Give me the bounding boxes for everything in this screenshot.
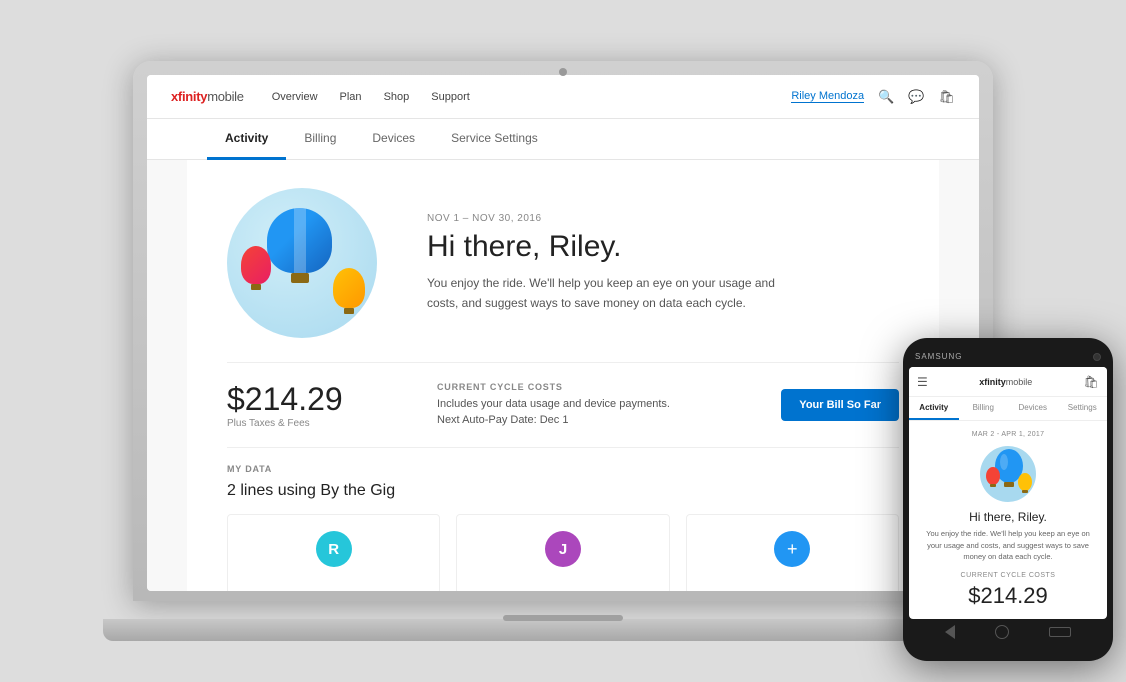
billing-line1: Includes your data usage and device paym… — [437, 396, 781, 413]
xfinity-logo: xfinitymobile — [171, 89, 244, 104]
phone-logo: xfinitymobile — [979, 377, 1032, 387]
laptop-hinge — [503, 615, 623, 621]
laptop-camera — [559, 68, 567, 76]
laptop-device: xfinitymobile Overview Plan Shop Support… — [133, 61, 993, 641]
hero-text: NOV 1 – NOV 30, 2016 Hi there, Riley. Yo… — [427, 213, 787, 312]
user-cards: R J + — [227, 514, 899, 591]
user-card-j[interactable]: J — [456, 514, 669, 591]
balloon-background — [227, 188, 377, 338]
nav-right: Riley Mendoza 🔍 💬 🛍 — [791, 89, 955, 105]
billing-details: CURRENT CYCLE COSTS Includes your data u… — [407, 382, 781, 429]
phone-cart-icon[interactable]: 🛍 — [1084, 375, 1099, 389]
my-data-label: MY DATA — [227, 464, 899, 474]
phone-menu-icon[interactable]: ☰ — [917, 375, 928, 389]
avatar-j: J — [545, 531, 581, 567]
right-balloon-basket — [344, 308, 354, 314]
phone-billing-title: CURRENT CYCLE COSTS — [921, 572, 1095, 579]
phone-back-button[interactable] — [945, 625, 955, 639]
hero-greeting: Hi there, Riley. — [427, 230, 787, 264]
nav-support[interactable]: Support — [431, 91, 470, 103]
nav-overview[interactable]: Overview — [272, 91, 318, 103]
phone-hero-greeting: Hi there, Riley. — [921, 510, 1095, 524]
phone-top-bar: SAMSUNG — [909, 352, 1107, 367]
laptop-navbar: xfinitymobile Overview Plan Shop Support… — [147, 75, 979, 119]
user-card-empty: + — [686, 514, 899, 591]
tab-activity[interactable]: Activity — [207, 119, 286, 160]
search-icon[interactable]: 🔍 — [878, 89, 894, 105]
right-balloon — [333, 268, 365, 314]
avatar-r: R — [316, 531, 352, 567]
billing-taxes-label: Plus Taxes & Fees — [227, 418, 407, 429]
main-balloon-top — [267, 208, 332, 273]
billing-section-title: CURRENT CYCLE COSTS — [437, 382, 781, 392]
phone-billing-amount: $214.29 — [921, 583, 1095, 609]
tab-service-settings[interactable]: Service Settings — [433, 119, 556, 160]
my-data-section: MY DATA 2 lines using By the Gig R J — [227, 464, 899, 591]
avatar-plus: + — [774, 531, 810, 567]
phone-bottom-bar — [909, 619, 1107, 645]
phone-hero-body: You enjoy the ride. We'll help you keep … — [921, 528, 1095, 562]
phone-camera — [1093, 353, 1101, 361]
bill-so-far-button[interactable]: Your Bill So Far — [781, 389, 899, 421]
main-balloon-basket — [291, 273, 309, 283]
phone-tab-billing[interactable]: Billing — [959, 397, 1009, 420]
cart-icon[interactable]: 🛍 — [938, 89, 955, 105]
billing-line2: Next Auto-Pay Date: Dec 1 — [437, 412, 781, 429]
main-content: NOV 1 – NOV 30, 2016 Hi there, Riley. Yo… — [147, 160, 979, 591]
chat-icon[interactable]: 💬 — [908, 89, 924, 105]
tab-billing[interactable]: Billing — [286, 119, 354, 160]
laptop-shell: xfinitymobile Overview Plan Shop Support… — [133, 61, 993, 601]
phone-tab-settings[interactable]: Settings — [1058, 397, 1108, 420]
phone-balloon-svg — [973, 444, 1043, 504]
nav-shop[interactable]: Shop — [384, 91, 410, 103]
laptop-screen: xfinitymobile Overview Plan Shop Support… — [147, 75, 979, 591]
hero-body: You enjoy the ride. We'll help you keep … — [427, 274, 787, 312]
content-card: NOV 1 – NOV 30, 2016 Hi there, Riley. Yo… — [187, 160, 939, 591]
phone-tab-activity[interactable]: Activity — [909, 397, 959, 420]
nav-plan[interactable]: Plan — [340, 91, 362, 103]
left-balloon-basket — [251, 284, 261, 290]
right-balloon-top — [333, 268, 365, 308]
phone-balloon — [921, 444, 1095, 504]
hero-date: NOV 1 – NOV 30, 2016 — [427, 213, 787, 224]
phone-navbar: ☰ xfinitymobile 🛍 — [909, 367, 1107, 397]
balloon-stripe — [294, 208, 306, 273]
user-card-r[interactable]: R — [227, 514, 440, 591]
phone-tab-devices[interactable]: Devices — [1008, 397, 1058, 420]
main-balloon — [267, 208, 332, 288]
billing-bar: $214.29 Plus Taxes & Fees CURRENT CYCLE … — [227, 362, 899, 448]
phone-device: SAMSUNG ☰ xfinitymobile 🛍 Activity — [903, 338, 1113, 661]
phone-screen: ☰ xfinitymobile 🛍 Activity Billing Devic… — [909, 367, 1107, 619]
hero-section: NOV 1 – NOV 30, 2016 Hi there, Riley. Yo… — [227, 188, 899, 338]
phone-main-content: MAR 2 - APR 1, 2017 — [909, 421, 1107, 619]
user-name[interactable]: Riley Mendoza — [791, 90, 864, 103]
tab-devices[interactable]: Devices — [354, 119, 433, 160]
nav-links: Overview Plan Shop Support — [272, 91, 792, 103]
phone-home-button[interactable] — [995, 625, 1009, 639]
my-data-subtitle: 2 lines using By the Gig — [227, 482, 899, 500]
phone-date: MAR 2 - APR 1, 2017 — [921, 431, 1095, 438]
phone-recents-button[interactable] — [1049, 627, 1071, 637]
left-balloon-top — [241, 246, 271, 284]
billing-amount-section: $214.29 Plus Taxes & Fees — [227, 381, 407, 429]
billing-dollar: $214.29 — [227, 381, 407, 418]
balloon-illustration — [227, 188, 387, 338]
phone-shell: SAMSUNG ☰ xfinitymobile 🛍 Activity — [903, 338, 1113, 661]
left-balloon — [241, 246, 271, 290]
laptop-base — [103, 619, 1023, 641]
phone-tab-bar: Activity Billing Devices Settings — [909, 397, 1107, 421]
phone-brand: SAMSUNG — [915, 352, 962, 361]
tab-bar: Activity Billing Devices Service Setting… — [147, 119, 979, 160]
